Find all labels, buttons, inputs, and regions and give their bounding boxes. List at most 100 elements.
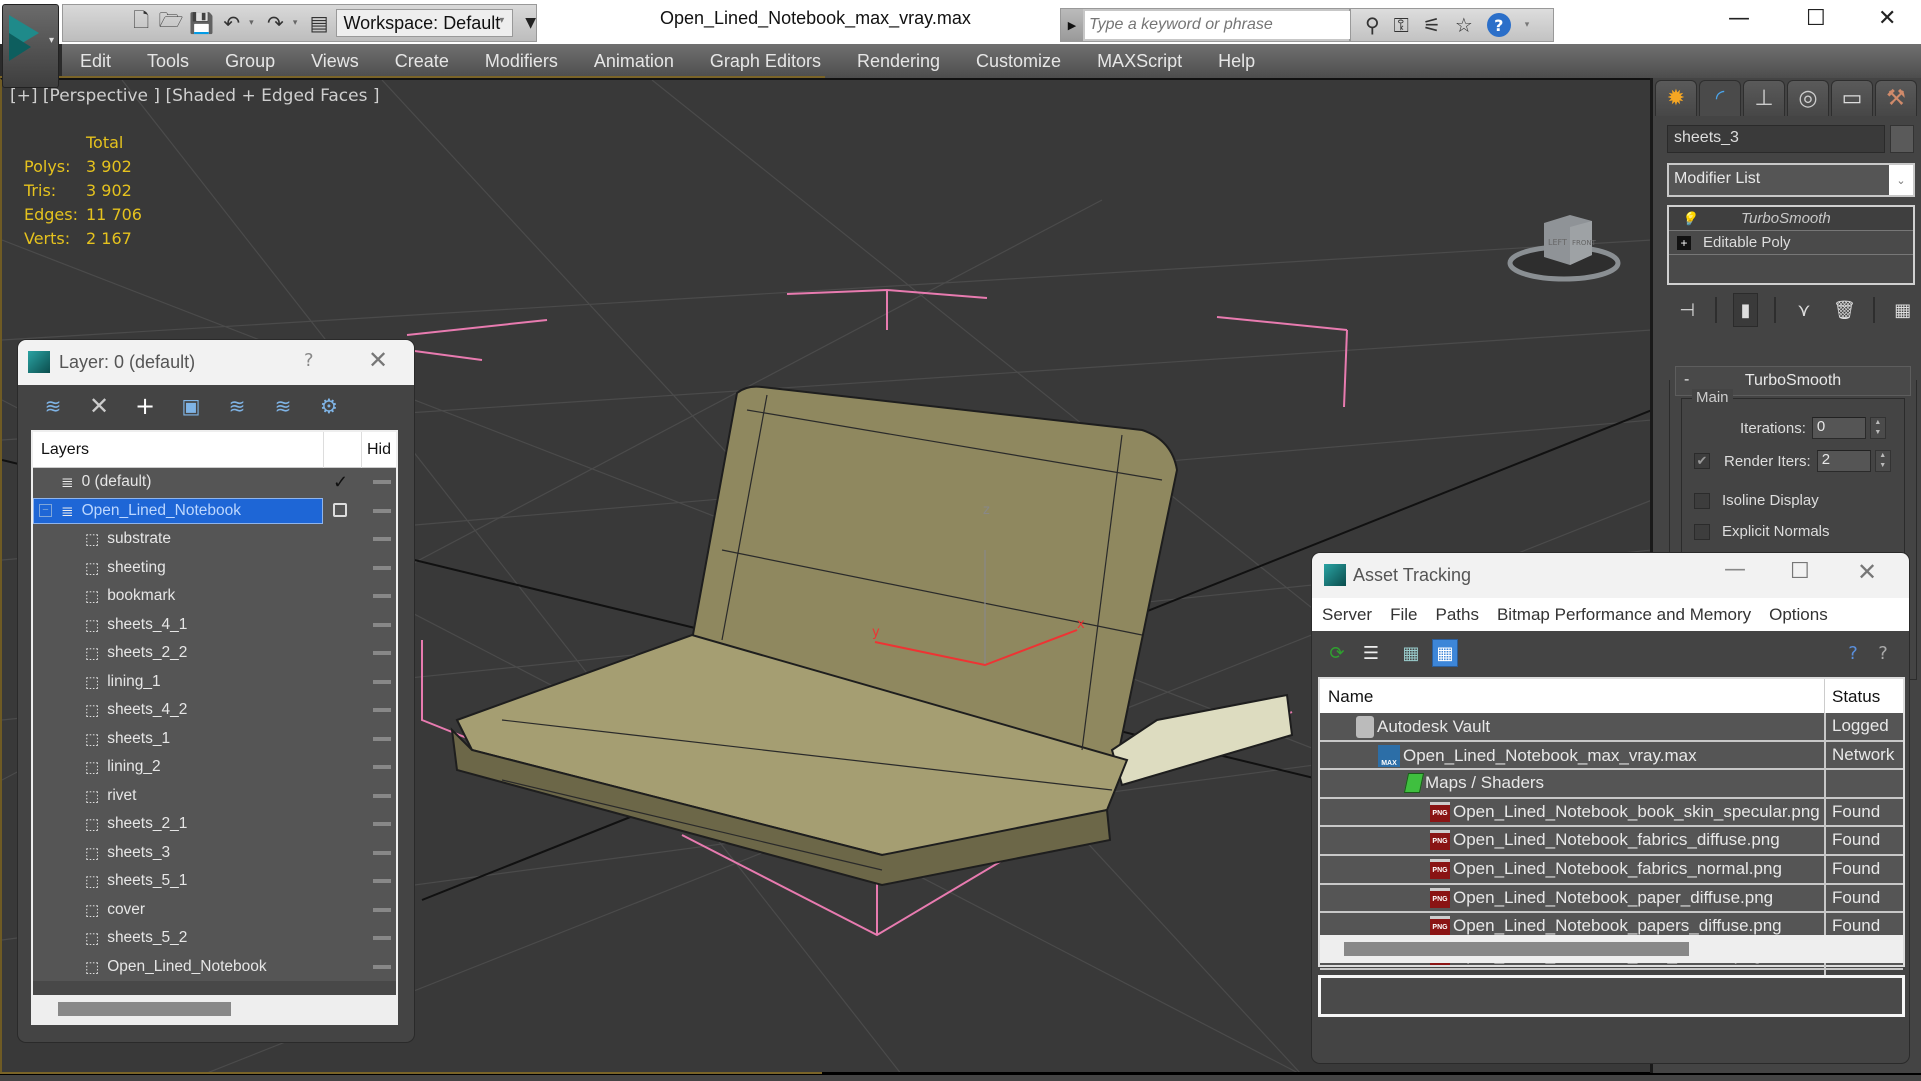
- workspace-dropdown[interactable]: Workspace: Default ▾: [336, 9, 514, 37]
- hide-toggle[interactable]: [373, 822, 391, 826]
- set-current-layer-icon[interactable]: ≋: [270, 393, 296, 419]
- menu-graph-editors[interactable]: Graph Editors: [710, 51, 821, 72]
- asset-row[interactable]: MAX Open_Lined_Notebook_max_vray.max Netwo…: [1320, 741, 1903, 771]
- object-color-swatch[interactable]: [1890, 125, 1914, 153]
- app-menu-button[interactable]: ▾: [2, 4, 59, 88]
- viewcube-front-face[interactable]: FRONT: [1572, 239, 1597, 247]
- asset-row[interactable]: PNG Open_Lined_Notebook_fabrics_normal.pn…: [1320, 855, 1903, 885]
- hide-toggle[interactable]: [373, 508, 391, 513]
- layer-object-row[interactable]: ⬚ substrate: [33, 525, 396, 554]
- viewport-label[interactable]: [+] [Perspective ] [Shaded + Edged Faces…: [10, 86, 379, 106]
- spinner-arrows-icon[interactable]: ▲ ▼: [1869, 417, 1886, 439]
- tab-motion[interactable]: ◎: [1787, 80, 1829, 116]
- menu-server[interactable]: Server: [1322, 605, 1372, 625]
- asset-row[interactable]: PNG Open_Lined_Notebook_book_skin_specula…: [1320, 798, 1903, 828]
- hide-toggle[interactable]: [373, 537, 391, 541]
- tab-utilities[interactable]: ⚒: [1875, 80, 1917, 116]
- hide-toggle[interactable]: [373, 736, 391, 741]
- asset-row[interactable]: PNG Open_Lined_Notebook_paper_diffuse.png…: [1320, 884, 1903, 914]
- layer-settings-icon[interactable]: ⚙: [316, 393, 342, 419]
- active-layer-checkmark-icon[interactable]: ✓: [333, 472, 348, 493]
- help-dropdown-icon[interactable]: ▾: [1525, 20, 1530, 30]
- menu-tools[interactable]: Tools: [147, 51, 189, 72]
- pin-stack-icon[interactable]: ⊣: [1675, 300, 1699, 321]
- hide-toggle[interactable]: [373, 765, 391, 769]
- star-icon[interactable]: ☆: [1455, 13, 1473, 37]
- redo-dropdown-icon[interactable]: ▾: [293, 18, 302, 28]
- select-layer-icon[interactable]: ≋: [224, 393, 250, 419]
- column-header-hide[interactable]: Hid: [367, 441, 391, 459]
- layer-object-row[interactable]: ⬚ lining_2: [33, 753, 396, 782]
- close-button[interactable]: ✕: [368, 346, 388, 374]
- layer-object-row[interactable]: ⬚ sheets_4_1: [33, 611, 396, 640]
- isoline-display-checkbox[interactable]: [1694, 492, 1710, 509]
- hide-toggle[interactable]: [373, 708, 391, 712]
- layer-object-row[interactable]: ⬚ Open_Lined_Notebook: [33, 953, 396, 982]
- customize-toolbar-icon[interactable]: ▼: [525, 15, 536, 31]
- new-file-icon[interactable]: 🗋: [130, 8, 153, 36]
- layer-explorer-titlebar[interactable]: Layer: 0 (default) ? ✕: [18, 340, 414, 385]
- layer-row-open-lined-notebook[interactable]: − ≣ Open_Lined_Notebook: [33, 497, 396, 526]
- layer-object-row[interactable]: ⬚ cover: [33, 896, 396, 925]
- new-layer-icon[interactable]: ≋: [40, 393, 66, 419]
- menu-modifiers[interactable]: Modifiers: [485, 51, 558, 72]
- hide-toggle[interactable]: [373, 594, 391, 598]
- menu-rendering[interactable]: Rendering: [857, 51, 940, 72]
- column-header-name[interactable]: Name: [1328, 687, 1373, 707]
- vault-help-icon[interactable]: ?: [1840, 639, 1866, 667]
- project-folder-icon[interactable]: ▤: [308, 10, 331, 36]
- close-button[interactable]: ✕: [1857, 558, 1877, 586]
- help-button[interactable]: ?: [304, 350, 314, 371]
- iterations-field[interactable]: 0: [1811, 417, 1866, 439]
- tab-display[interactable]: ▭: [1831, 80, 1873, 116]
- layer-object-row[interactable]: ⬚ sheets_3: [33, 839, 396, 868]
- explicit-normals-checkbox[interactable]: [1694, 523, 1710, 540]
- help-icon[interactable]: ?: [1486, 13, 1511, 37]
- menu-file[interactable]: File: [1390, 605, 1417, 625]
- expand-icon[interactable]: +: [1677, 235, 1691, 250]
- layer-object-row[interactable]: ⬚ sheets_2_1: [33, 810, 396, 839]
- make-unique-icon[interactable]: ⋎: [1792, 300, 1816, 321]
- open-file-icon[interactable]: 🗁: [159, 8, 184, 36]
- isoline-display-option[interactable]: Isoline Display: [1694, 492, 1819, 509]
- add-to-layer-icon[interactable]: +: [132, 392, 158, 420]
- binoculars-icon[interactable]: ⚲: [1365, 13, 1380, 37]
- scrollbar-thumb[interactable]: [58, 1002, 231, 1016]
- menu-maxscript[interactable]: MAXScript: [1097, 51, 1182, 72]
- tab-hierarchy[interactable]: ⊥: [1743, 80, 1785, 116]
- modifier-list-dropdown[interactable]: Modifier List ⌄: [1667, 163, 1915, 197]
- list-view-icon[interactable]: ☰: [1358, 639, 1384, 667]
- hide-toggle[interactable]: [373, 936, 391, 940]
- menu-options[interactable]: Options: [1769, 605, 1828, 625]
- spinner-arrows-icon[interactable]: ▲ ▼: [1874, 450, 1891, 472]
- hide-toggle[interactable]: [373, 850, 391, 855]
- delete-icon[interactable]: ✕: [86, 392, 112, 420]
- horizontal-scrollbar[interactable]: [1320, 935, 1903, 963]
- hide-toggle[interactable]: [373, 480, 391, 484]
- viewcube[interactable]: LEFT FRONT: [1504, 205, 1624, 285]
- select-objects-icon[interactable]: ▣: [178, 393, 204, 419]
- menu-bitmap-performance[interactable]: Bitmap Performance and Memory: [1497, 605, 1751, 625]
- undo-dropdown-icon[interactable]: ▾: [249, 18, 258, 28]
- layer-object-row[interactable]: ⬚ bookmark: [33, 582, 396, 611]
- menu-customize[interactable]: Customize: [976, 51, 1061, 72]
- collapse-icon[interactable]: −: [39, 503, 52, 517]
- context-help-icon[interactable]: ?: [1870, 639, 1896, 667]
- minimize-button[interactable]: —: [1728, 6, 1750, 31]
- tree-view-icon[interactable]: ▦: [1398, 639, 1424, 667]
- render-iters-field[interactable]: 2: [1816, 450, 1871, 472]
- hide-toggle[interactable]: [373, 651, 391, 655]
- explicit-normals-option[interactable]: Explicit Normals: [1694, 523, 1830, 540]
- close-button[interactable]: ✕: [1878, 6, 1896, 31]
- hide-toggle[interactable]: [373, 679, 391, 684]
- refresh-icon[interactable]: ⟳: [1324, 639, 1350, 667]
- render-iters-checkbox[interactable]: ✔: [1694, 453, 1710, 469]
- asset-path-field[interactable]: [1318, 975, 1905, 1017]
- menu-views[interactable]: Views: [311, 51, 359, 72]
- menu-create[interactable]: Create: [395, 51, 449, 72]
- asset-tracking-titlebar[interactable]: Asset Tracking — ☐ ✕: [1312, 553, 1909, 598]
- hide-toggle[interactable]: [373, 793, 391, 798]
- hide-toggle[interactable]: [373, 964, 391, 969]
- stack-item-turbosmooth[interactable]: 💡 TurboSmooth: [1669, 207, 1913, 231]
- search-input[interactable]: [1085, 11, 1351, 39]
